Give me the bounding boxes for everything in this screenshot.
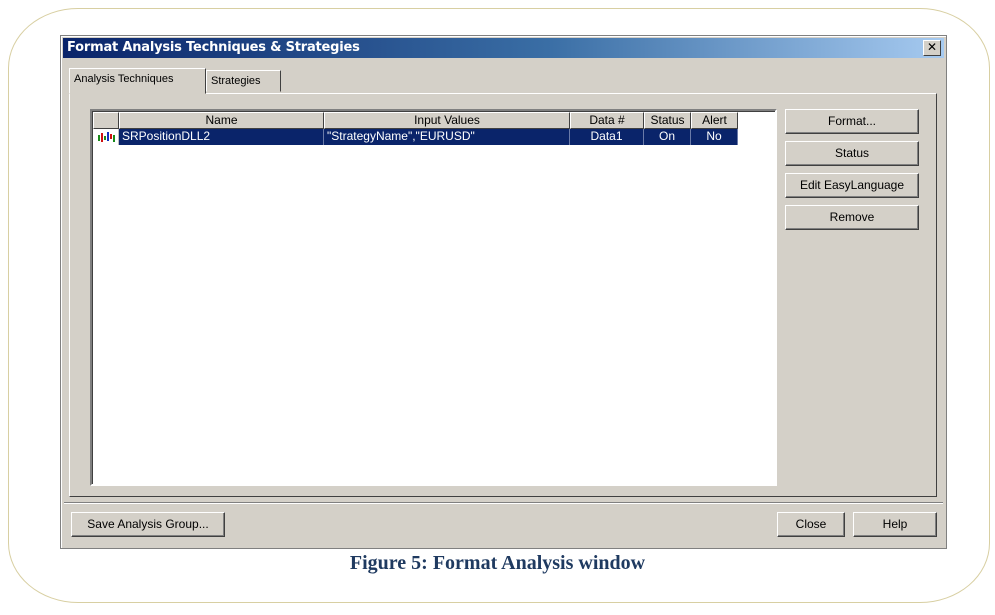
close-icon: ✕: [926, 40, 938, 54]
row-name: SRPositionDLL2: [119, 129, 324, 145]
analysis-list[interactable]: Name Input Values Data # Status Alert SR…: [90, 109, 777, 486]
bottom-separator: [64, 502, 943, 504]
header-icon-column[interactable]: [93, 112, 119, 129]
remove-button[interactable]: Remove: [785, 205, 919, 230]
header-alert[interactable]: Alert: [691, 112, 738, 129]
save-analysis-group-button[interactable]: Save Analysis Group...: [71, 512, 225, 537]
close-button[interactable]: Close: [777, 512, 845, 537]
header-input-values[interactable]: Input Values: [324, 112, 570, 129]
row-input-values: "StrategyName","EURUSD": [324, 129, 570, 145]
format-analysis-dialog: Format Analysis Techniques & Strategies …: [60, 35, 947, 549]
status-button[interactable]: Status: [785, 141, 919, 166]
figure-caption: Figure 5: Format Analysis window: [349, 552, 646, 574]
tab-analysis-techniques[interactable]: Analysis Techniques: [69, 68, 206, 94]
row-status: On: [644, 129, 691, 145]
dialog-title: Format Analysis Techniques & Strategies: [67, 40, 360, 55]
table-row[interactable]: SRPositionDLL2 "StrategyName","EURUSD" D…: [93, 129, 738, 145]
row-alert: No: [691, 129, 738, 145]
header-status[interactable]: Status: [644, 112, 691, 129]
title-bar[interactable]: Format Analysis Techniques & Strategies …: [63, 38, 944, 58]
list-header: Name Input Values Data # Status Alert: [93, 112, 738, 129]
close-window-button[interactable]: ✕: [923, 40, 941, 56]
header-data-number[interactable]: Data #: [570, 112, 644, 129]
help-button[interactable]: Help: [853, 512, 937, 537]
row-data-number: Data1: [570, 129, 644, 145]
chart-bars-icon: [93, 129, 119, 145]
tab-strategies[interactable]: Strategies: [206, 70, 281, 92]
edit-easylanguage-button[interactable]: Edit EasyLanguage: [785, 173, 919, 198]
header-name[interactable]: Name: [119, 112, 324, 129]
format-button[interactable]: Format...: [785, 109, 919, 134]
